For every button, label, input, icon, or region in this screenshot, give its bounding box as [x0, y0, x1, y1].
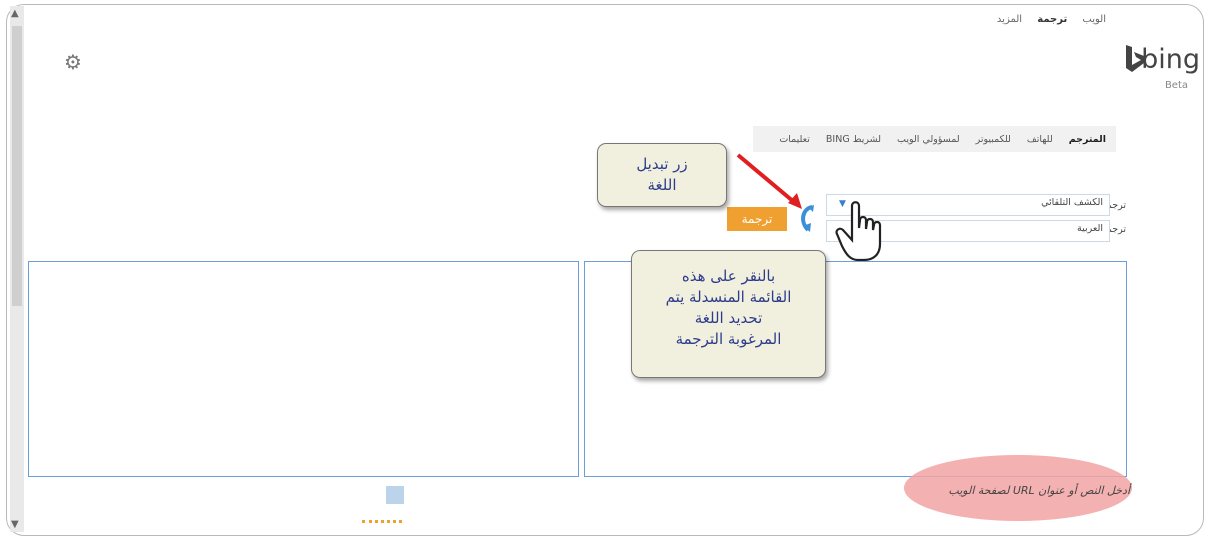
scroll-thumb[interactable] [12, 26, 22, 306]
nav-translate[interactable]: ترجمة [1037, 14, 1067, 25]
swap-callout-line2: اللغة [647, 176, 677, 194]
scroll-down-icon[interactable]: ▼ [11, 519, 19, 530]
dropdown-callout: بالنقر على هذه القائمة المنسدلة يتم تحدي… [631, 250, 826, 378]
dropdown-callout-line1: بالنقر على هذه [681, 267, 776, 285]
tab-webmasters[interactable]: لمسؤولي الويب [897, 134, 960, 145]
input-hint: أدخل النص أو عنوان URL لصفحة الويب [948, 484, 1130, 497]
swap-callout-line1: زر تبديل [636, 155, 688, 173]
dropdown-callout-line4: المرغوبة الترجمة [675, 330, 782, 348]
vertical-scrollbar[interactable]: ▲ ▼ [10, 6, 24, 532]
decorative-mark [362, 520, 402, 537]
tab-phone[interactable]: للهاتف [1027, 134, 1053, 145]
from-language-value: الكشف التلقائي [1041, 197, 1103, 208]
brand-name: bing [1141, 44, 1200, 75]
dropdown-callout-line2: القائمة المنسدلة يتم [665, 288, 792, 306]
tab-computer[interactable]: للكمبيوتر [976, 134, 1011, 145]
tab-bar: المترجم للهاتف للكمبيوتر لمسؤولي الويب ل… [753, 126, 1116, 152]
red-pointer-arrow [736, 153, 802, 209]
tab-help[interactable]: تعليمات [779, 134, 810, 145]
tab-bing-bar[interactable]: لشريط BING [826, 134, 881, 145]
to-language-value: العربية [1077, 223, 1103, 234]
swap-callout: زر تبديل اللغة [597, 143, 727, 207]
beta-badge: Beta [1164, 80, 1188, 91]
translate-button[interactable]: ترجمة [727, 207, 787, 231]
tab-translator[interactable]: المترجم [1069, 134, 1106, 145]
gear-icon[interactable]: ⚙ [64, 50, 82, 74]
nav-more[interactable]: المزيد [997, 14, 1022, 25]
hand-cursor-icon [835, 201, 882, 262]
top-navigation: الويب ترجمة المزيد [985, 14, 1106, 25]
nav-web[interactable]: الويب [1082, 14, 1106, 25]
scroll-up-icon[interactable]: ▲ [11, 8, 19, 19]
page-icon [386, 486, 404, 504]
dropdown-callout-line3: تحديد اللغة [694, 309, 763, 327]
output-textarea[interactable] [28, 261, 579, 477]
